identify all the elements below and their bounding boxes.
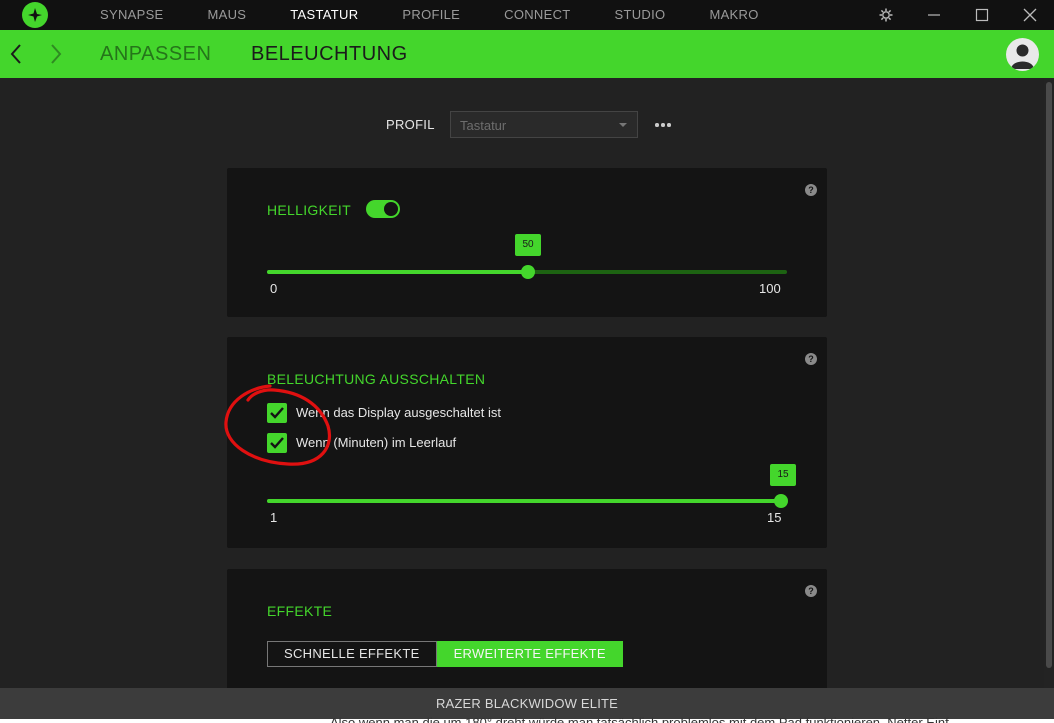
idle-value-bubble: 15 — [770, 464, 796, 486]
maximize-icon[interactable] — [967, 0, 997, 30]
profile-dropdown[interactable]: Tastatur — [450, 111, 638, 138]
tab-makro[interactable]: MAKRO — [709, 0, 758, 30]
brightness-card: ? HELLIGKEIT 50 0 100 — [227, 168, 827, 317]
display-off-checkbox[interactable] — [267, 403, 287, 423]
tab-profile[interactable]: PROFILE — [402, 0, 460, 30]
brightness-toggle[interactable] — [366, 200, 400, 218]
profile-selected-value: Tastatur — [460, 118, 507, 133]
idle-minutes-slider[interactable] — [267, 494, 788, 508]
display-off-label: Wenn das Display ausgeschaltet ist — [296, 405, 501, 420]
idle-checkbox[interactable] — [267, 433, 287, 453]
idle-max-label: 15 — [767, 510, 782, 525]
brightness-value-bubble: 50 — [515, 234, 541, 256]
brightness-slider[interactable] — [267, 265, 787, 279]
subtab-beleuchtung[interactable]: BELEUCHTUNG — [251, 43, 408, 66]
background-page-text: Also wenn man die um 180° dreht würde ma… — [330, 716, 1054, 723]
razer-logo-icon[interactable] — [22, 2, 48, 28]
idle-min-label: 1 — [270, 510, 278, 525]
minimize-icon[interactable] — [919, 0, 949, 30]
effects-mode-switch: SCHNELLE EFFEKTE ERWEITERTE EFFEKTE — [267, 641, 623, 667]
idle-label: Wenn (Minuten) im Leerlauf — [296, 435, 457, 450]
more-options-icon[interactable] — [652, 116, 676, 132]
quick-effects-button[interactable]: SCHNELLE EFFEKTE — [267, 641, 437, 667]
help-icon[interactable]: ? — [805, 585, 817, 597]
chevron-down-icon — [619, 123, 627, 127]
help-icon[interactable]: ? — [805, 353, 817, 365]
tab-synapse[interactable]: SYNAPSE — [100, 0, 164, 30]
brightness-title: HELLIGKEIT — [267, 202, 351, 218]
forward-arrow-icon[interactable] — [43, 42, 67, 66]
subtab-anpassen[interactable]: ANPASSEN — [100, 43, 211, 66]
brightness-max-label: 100 — [759, 281, 781, 296]
synapse-window: SYNAPSE MAUS TASTATUR PROFILE CONNECT ST… — [0, 0, 1054, 719]
close-icon[interactable] — [1015, 0, 1045, 30]
effects-title: EFFEKTE — [267, 603, 333, 619]
tab-connect[interactable]: CONNECT — [504, 0, 570, 30]
tab-studio[interactable]: STUDIO — [615, 0, 666, 30]
sub-header: ANPASSEN BELEUCHTUNG — [0, 30, 1054, 78]
idle-slider-thumb[interactable] — [774, 494, 788, 508]
effects-card: ? EFFEKTE SCHNELLE EFFEKTE ERWEITERTE EF… — [227, 569, 827, 699]
lighting-off-title: BELEUCHTUNG AUSSCHALTEN — [267, 371, 486, 387]
back-arrow-icon[interactable] — [5, 42, 29, 66]
lighting-off-card: ? BELEUCHTUNG AUSSCHALTEN Wenn das Displ… — [227, 337, 827, 548]
top-nav: SYNAPSE MAUS TASTATUR PROFILE CONNECT ST… — [78, 0, 781, 30]
scrollbar[interactable] — [1044, 78, 1054, 688]
help-icon[interactable]: ? — [805, 184, 817, 196]
brightness-min-label: 0 — [270, 281, 278, 296]
profile-label: PROFIL — [386, 117, 435, 132]
device-footer: RAZER BLACKWIDOW ELITE — [0, 688, 1054, 719]
advanced-effects-button[interactable]: ERWEITERTE EFFEKTE — [436, 641, 623, 667]
tab-maus[interactable]: MAUS — [208, 0, 247, 30]
user-avatar-icon[interactable] — [1006, 38, 1039, 71]
tab-tastatur[interactable]: TASTATUR — [290, 0, 358, 30]
brightness-slider-thumb[interactable] — [521, 265, 535, 279]
title-bar: SYNAPSE MAUS TASTATUR PROFILE CONNECT ST… — [0, 0, 1054, 30]
settings-gear-icon[interactable] — [871, 0, 901, 30]
